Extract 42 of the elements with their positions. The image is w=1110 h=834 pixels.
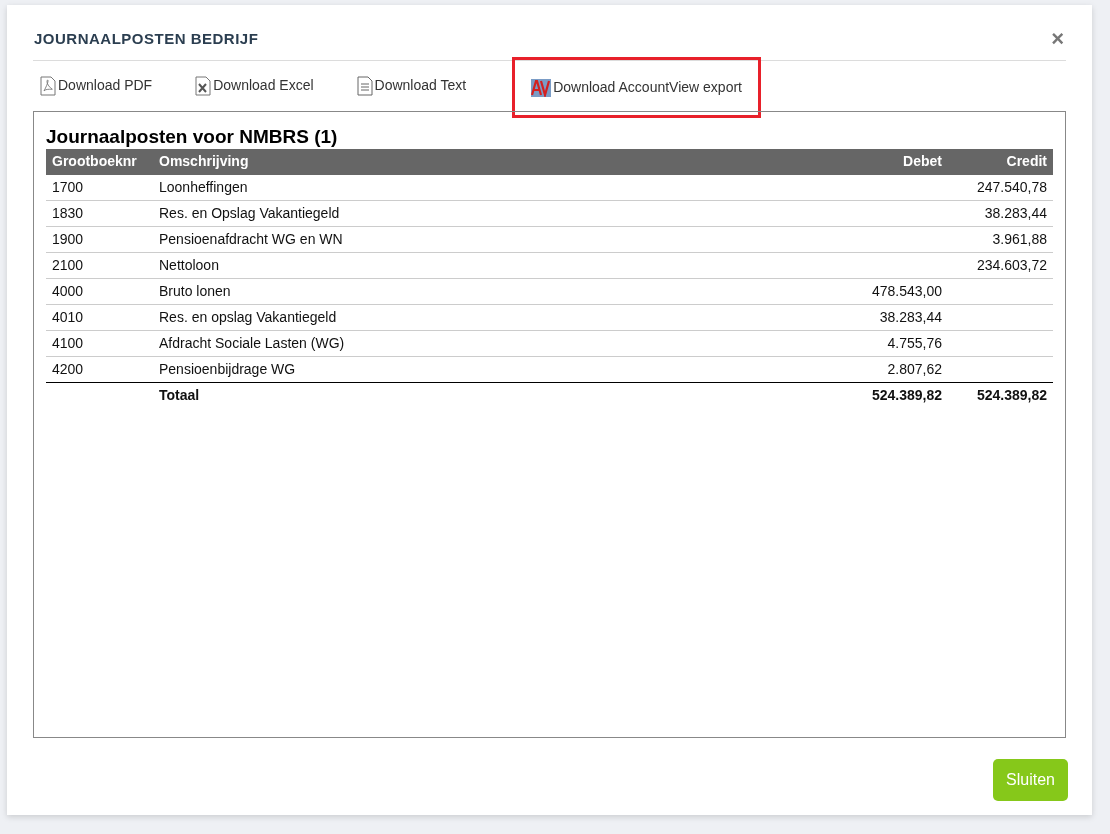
table-cell: 478.543,00 bbox=[748, 278, 948, 305]
dialog-title: JOURNAALPOSTEN BEDRIJF bbox=[33, 29, 259, 49]
download-link[interactable]: Download Excel bbox=[195, 75, 314, 96]
table-cell: 4010 bbox=[46, 304, 153, 331]
table-cell: 234.603,72 bbox=[948, 252, 1053, 279]
table-cell: Afdracht Sociale Lasten (WG) bbox=[153, 330, 748, 357]
table-cell: 2.807,62 bbox=[748, 356, 948, 383]
table-cell: 38.283,44 bbox=[948, 200, 1053, 227]
total-cell: 524.389,82 bbox=[948, 382, 1053, 409]
table-cell: Pensioenafdracht WG en WN bbox=[153, 226, 748, 253]
column-header: Credit bbox=[948, 148, 1053, 175]
table-cell: 38.283,44 bbox=[748, 304, 948, 331]
total-label: Totaal bbox=[153, 382, 748, 409]
table-cell: Res. en opslag Vakantiegeld bbox=[153, 304, 748, 331]
close-button[interactable]: × bbox=[1049, 28, 1066, 51]
table-cell: 2100 bbox=[46, 252, 153, 279]
report-title: Journaalposten voor NMBRS (1) bbox=[46, 124, 339, 149]
table-cell: 4100 bbox=[46, 330, 153, 357]
total-cell: 524.389,82 bbox=[748, 382, 948, 409]
av-logo-icon bbox=[531, 78, 552, 97]
download-link[interactable]: Download Text bbox=[356, 75, 467, 96]
table-cell: 3.961,88 bbox=[948, 226, 1053, 253]
table-cell: 1700 bbox=[46, 174, 153, 201]
table-cell: 4200 bbox=[46, 356, 153, 383]
download-link[interactable]: Download AccountView export bbox=[531, 77, 742, 98]
table-cell: 4000 bbox=[46, 278, 153, 305]
table-cell: Pensioenbijdrage WG bbox=[153, 356, 748, 383]
column-header: Omschrijving bbox=[153, 148, 748, 175]
download-link[interactable]: Download PDF bbox=[40, 75, 153, 96]
column-header: Debet bbox=[748, 148, 948, 175]
pdf-file-icon bbox=[40, 75, 56, 96]
table-cell: 247.540,78 bbox=[948, 174, 1053, 201]
table-cell: 1900 bbox=[46, 226, 153, 253]
text-file-icon bbox=[356, 75, 373, 96]
table-cell: 1830 bbox=[46, 200, 153, 227]
column-header: Grootboeknr bbox=[46, 148, 153, 175]
table-cell: 4.755,76 bbox=[748, 330, 948, 357]
excel-file-icon bbox=[195, 75, 212, 96]
table-cell: Bruto lonen bbox=[153, 278, 748, 305]
table-cell: Nettoloon bbox=[153, 252, 748, 279]
table-cell: Loonheffingen bbox=[153, 174, 748, 201]
table-cell: Res. en Opslag Vakantiegeld bbox=[153, 200, 748, 227]
